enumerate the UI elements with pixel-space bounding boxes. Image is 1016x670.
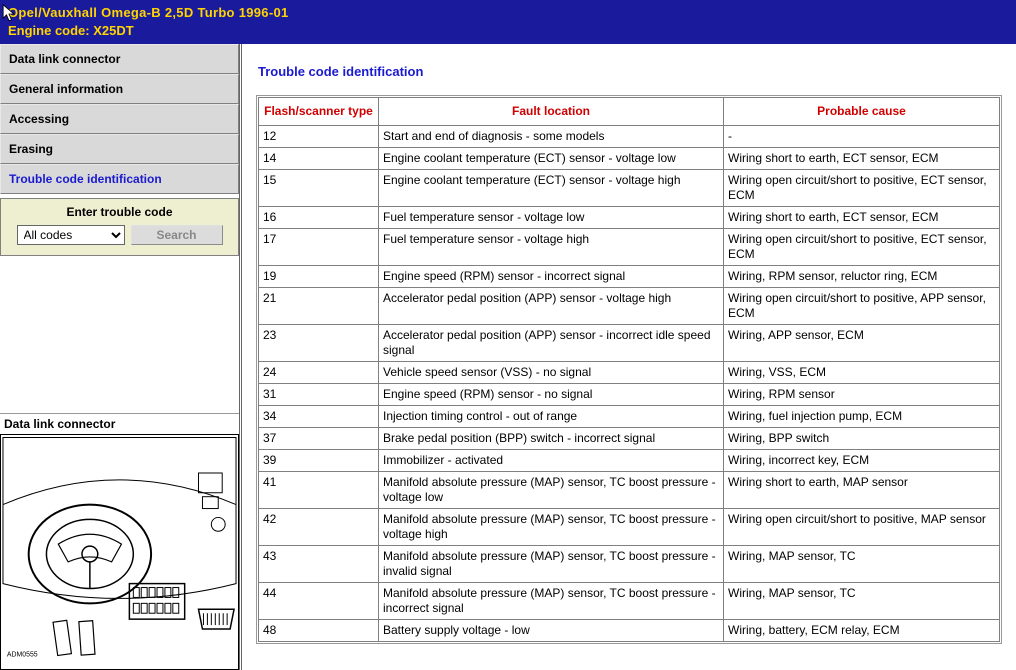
cell-cause: - bbox=[724, 126, 1000, 148]
table-row: 16Fuel temperature sensor - voltage lowW… bbox=[259, 207, 1000, 229]
diagram-title: Data link connector bbox=[0, 413, 239, 434]
cell-fault: Engine speed (RPM) sensor - no signal bbox=[379, 384, 724, 406]
cell-code: 41 bbox=[259, 472, 379, 509]
sidebar-item-accessing[interactable]: Accessing bbox=[0, 104, 239, 134]
table-row: 37Brake pedal position (BPP) switch - in… bbox=[259, 428, 1000, 450]
cell-fault: Vehicle speed sensor (VSS) - no signal bbox=[379, 362, 724, 384]
cell-code: 19 bbox=[259, 266, 379, 288]
col-fault-location: Fault location bbox=[379, 98, 724, 126]
sidebar: Data link connector General information … bbox=[0, 44, 242, 670]
cell-cause: Wiring, RPM sensor, reluctor ring, ECM bbox=[724, 266, 1000, 288]
cell-cause: Wiring open circuit/short to positive, A… bbox=[724, 288, 1000, 325]
cell-code: 12 bbox=[259, 126, 379, 148]
cell-code: 24 bbox=[259, 362, 379, 384]
cell-fault: Manifold absolute pressure (MAP) sensor,… bbox=[379, 583, 724, 620]
cell-fault: Battery supply voltage - low bbox=[379, 620, 724, 642]
content-pane: Trouble code identification Flash/scanne… bbox=[242, 44, 1016, 670]
cell-fault: Start and end of diagnosis - some models bbox=[379, 126, 724, 148]
cell-fault: Accelerator pedal position (APP) sensor … bbox=[379, 325, 724, 362]
cell-code: 17 bbox=[259, 229, 379, 266]
cell-fault: Brake pedal position (BPP) switch - inco… bbox=[379, 428, 724, 450]
cell-fault: Engine speed (RPM) sensor - incorrect si… bbox=[379, 266, 724, 288]
data-link-connector-diagram: ADM0555 bbox=[0, 434, 239, 670]
table-row: 24Vehicle speed sensor (VSS) - no signal… bbox=[259, 362, 1000, 384]
cell-code: 16 bbox=[259, 207, 379, 229]
trouble-codes-table: Flash/scanner type Fault location Probab… bbox=[258, 97, 1000, 642]
cell-cause: Wiring, BPP switch bbox=[724, 428, 1000, 450]
content-title: Trouble code identification bbox=[258, 64, 1002, 79]
table-row: 23Accelerator pedal position (APP) senso… bbox=[259, 325, 1000, 362]
table-row: 12Start and end of diagnosis - some mode… bbox=[259, 126, 1000, 148]
cell-cause: Wiring, VSS, ECM bbox=[724, 362, 1000, 384]
table-row: 34Injection timing control - out of rang… bbox=[259, 406, 1000, 428]
cell-fault: Injection timing control - out of range bbox=[379, 406, 724, 428]
table-row: 21Accelerator pedal position (APP) senso… bbox=[259, 288, 1000, 325]
cell-code: 34 bbox=[259, 406, 379, 428]
cell-cause: Wiring, APP sensor, ECM bbox=[724, 325, 1000, 362]
sidebar-item-general-information[interactable]: General information bbox=[0, 74, 239, 104]
table-header-row: Flash/scanner type Fault location Probab… bbox=[259, 98, 1000, 126]
cell-code: 48 bbox=[259, 620, 379, 642]
cell-code: 15 bbox=[259, 170, 379, 207]
cell-code: 37 bbox=[259, 428, 379, 450]
table-row: 14Engine coolant temperature (ECT) senso… bbox=[259, 148, 1000, 170]
cell-cause: Wiring, MAP sensor, TC bbox=[724, 546, 1000, 583]
search-button[interactable]: Search bbox=[131, 225, 223, 245]
cell-fault: Accelerator pedal position (APP) sensor … bbox=[379, 288, 724, 325]
table-row: 15Engine coolant temperature (ECT) senso… bbox=[259, 170, 1000, 207]
table-row: 19Engine speed (RPM) sensor - incorrect … bbox=[259, 266, 1000, 288]
cell-code: 43 bbox=[259, 546, 379, 583]
search-label: Enter trouble code bbox=[7, 205, 232, 219]
cell-fault: Fuel temperature sensor - voltage low bbox=[379, 207, 724, 229]
cell-cause: Wiring, battery, ECM relay, ECM bbox=[724, 620, 1000, 642]
cell-cause: Wiring short to earth, MAP sensor bbox=[724, 472, 1000, 509]
vehicle-title: Opel/Vauxhall Omega-B 2,5D Turbo 1996-01 bbox=[8, 4, 1008, 22]
sidebar-item-erasing[interactable]: Erasing bbox=[0, 134, 239, 164]
cell-code: 39 bbox=[259, 450, 379, 472]
table-row: 42Manifold absolute pressure (MAP) senso… bbox=[259, 509, 1000, 546]
cell-fault: Immobilizer - activated bbox=[379, 450, 724, 472]
sidebar-menu: Data link connector General information … bbox=[0, 44, 239, 194]
cell-cause: Wiring short to earth, ECT sensor, ECM bbox=[724, 148, 1000, 170]
sidebar-item-trouble-code-identification[interactable]: Trouble code identification bbox=[0, 164, 239, 194]
cell-fault: Fuel temperature sensor - voltage high bbox=[379, 229, 724, 266]
svg-text:ADM0555: ADM0555 bbox=[7, 652, 38, 659]
cell-cause: Wiring, incorrect key, ECM bbox=[724, 450, 1000, 472]
table-row: 39Immobilizer - activatedWiring, incorre… bbox=[259, 450, 1000, 472]
table-row: 44Manifold absolute pressure (MAP) senso… bbox=[259, 583, 1000, 620]
cell-code: 23 bbox=[259, 325, 379, 362]
cell-fault: Manifold absolute pressure (MAP) sensor,… bbox=[379, 546, 724, 583]
cell-code: 21 bbox=[259, 288, 379, 325]
cell-fault: Engine coolant temperature (ECT) sensor … bbox=[379, 148, 724, 170]
cell-fault: Manifold absolute pressure (MAP) sensor,… bbox=[379, 472, 724, 509]
cell-fault: Manifold absolute pressure (MAP) sensor,… bbox=[379, 509, 724, 546]
engine-code: Engine code: X25DT bbox=[8, 22, 1008, 40]
cell-cause: Wiring, fuel injection pump, ECM bbox=[724, 406, 1000, 428]
cell-code: 44 bbox=[259, 583, 379, 620]
cell-cause: Wiring short to earth, ECT sensor, ECM bbox=[724, 207, 1000, 229]
sidebar-item-data-link-connector[interactable]: Data link connector bbox=[0, 44, 239, 74]
table-row: 48Battery supply voltage - lowWiring, ba… bbox=[259, 620, 1000, 642]
cell-code: 14 bbox=[259, 148, 379, 170]
cell-cause: Wiring, MAP sensor, TC bbox=[724, 583, 1000, 620]
table-row: 41Manifold absolute pressure (MAP) senso… bbox=[259, 472, 1000, 509]
app-header: Opel/Vauxhall Omega-B 2,5D Turbo 1996-01… bbox=[0, 0, 1016, 44]
cell-code: 31 bbox=[259, 384, 379, 406]
col-probable-cause: Probable cause bbox=[724, 98, 1000, 126]
table-row: 43Manifold absolute pressure (MAP) senso… bbox=[259, 546, 1000, 583]
table-row: 17Fuel temperature sensor - voltage high… bbox=[259, 229, 1000, 266]
cell-cause: Wiring open circuit/short to positive, E… bbox=[724, 170, 1000, 207]
trouble-code-select[interactable]: All codes bbox=[17, 225, 125, 245]
table-row: 31Engine speed (RPM) sensor - no signalW… bbox=[259, 384, 1000, 406]
col-flash-scanner: Flash/scanner type bbox=[259, 98, 379, 126]
cell-code: 42 bbox=[259, 509, 379, 546]
codes-table-wrap: Flash/scanner type Fault location Probab… bbox=[256, 95, 1002, 644]
cell-cause: Wiring open circuit/short to positive, M… bbox=[724, 509, 1000, 546]
cell-fault: Engine coolant temperature (ECT) sensor … bbox=[379, 170, 724, 207]
cell-cause: Wiring open circuit/short to positive, E… bbox=[724, 229, 1000, 266]
search-block: Enter trouble code All codes Search bbox=[0, 198, 239, 256]
cell-cause: Wiring, RPM sensor bbox=[724, 384, 1000, 406]
